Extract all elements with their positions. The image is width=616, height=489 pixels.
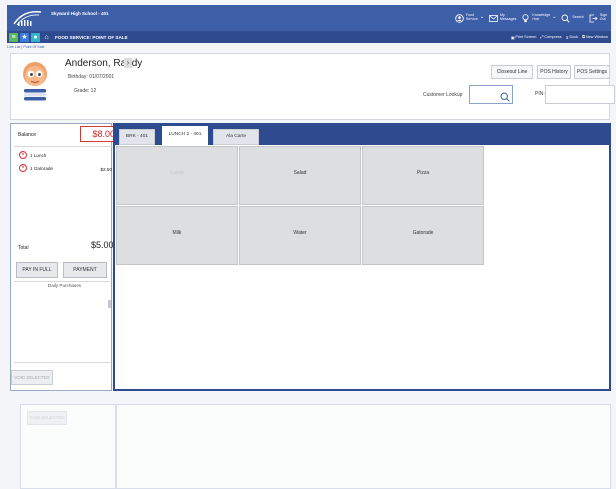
- void-selected-button[interactable]: VOID SELECTED: [27, 411, 67, 425]
- student-birthday: Birthday: 01/07/2001: [68, 74, 115, 80]
- module-title: FOOD SERVICE: POINT OF SALE: [55, 34, 128, 40]
- student-avatar: [20, 60, 50, 104]
- list-item[interactable]: × 1 Lunch: [19, 151, 46, 159]
- module-bar: ≡ ★ ● ⌂ FOOD SERVICE: POINT OF SALE ▣ Pri…: [7, 31, 611, 43]
- pos-page: Skyward High School - 401 Food Service ⌄ …: [0, 0, 616, 489]
- tile-label: Lunch: [170, 170, 184, 176]
- knowledge-label-2: Hub: [532, 17, 539, 21]
- school-name: Skyward High School - 401: [51, 10, 109, 16]
- list-item[interactable]: × 1 Gatorade: [19, 164, 53, 172]
- menu-icon[interactable]: ≡: [9, 32, 18, 42]
- compress-label: Compress: [544, 35, 562, 39]
- lower-main-panel: [116, 404, 611, 489]
- chevron-down-icon: ⌄: [552, 14, 557, 21]
- messages-label-2: Messages: [500, 17, 517, 21]
- dock-icon: ⊻: [565, 35, 569, 40]
- circle-icon[interactable]: ●: [31, 32, 40, 42]
- pos-history-button[interactable]: POS History: [537, 65, 571, 79]
- menu-tile-pizza[interactable]: Pizza: [362, 146, 484, 205]
- compress-button[interactable]: ⤢ Compress: [540, 35, 561, 40]
- new-window-icon: ⧉: [582, 35, 585, 39]
- search-icon: [561, 14, 571, 23]
- menu-tile-salad[interactable]: Salad: [239, 146, 361, 205]
- search-menu[interactable]: Search: [561, 14, 584, 23]
- closeout-line-button[interactable]: Closeout Line: [491, 65, 533, 79]
- item-label: 1 Lunch: [30, 152, 47, 158]
- compress-icon: ⤢: [540, 35, 544, 39]
- sign-out-icon: [589, 14, 598, 23]
- void-selected-button[interactable]: VOID SELECTED: [11, 370, 53, 385]
- food-service-icon: [455, 13, 464, 23]
- tab-brk[interactable]: BRK - 401: [119, 129, 155, 145]
- divider: [14, 362, 110, 363]
- tab-lunch[interactable]: LUNCH 2 - 401: [161, 125, 209, 145]
- lower-left-panel: VOID SELECTED: [20, 404, 116, 489]
- tile-label: Milk: [172, 230, 182, 236]
- knowledge-hub-menu[interactable]: Knowledge Hub ⌄: [521, 13, 557, 23]
- student-panel: Anderson, Randy › Birthday: 01/07/2001 G…: [10, 53, 615, 120]
- student-grade: Grade: 12: [74, 88, 97, 94]
- customer-lookup-label: Customer Lookup: [423, 92, 463, 98]
- print-screen-label: Print Screen: [515, 35, 537, 39]
- food-service-label-2: Service: [465, 17, 478, 21]
- messages-menu[interactable]: My Messages: [489, 14, 516, 23]
- scrollbar[interactable]: [108, 300, 111, 308]
- pin-label: PIN:: [535, 91, 545, 97]
- sign-out-menu[interactable]: Sign Out: [589, 14, 607, 23]
- sign-out-label-2: Out: [599, 17, 606, 21]
- top-header: Skyward High School - 401 Food Service ⌄ …: [7, 5, 611, 31]
- tile-label: Water: [293, 230, 307, 236]
- search-icon[interactable]: [500, 89, 510, 107]
- tile-label: Pizza: [416, 170, 430, 176]
- print-screen-button[interactable]: ▣ Print Screen: [511, 35, 537, 40]
- mail-icon: [489, 14, 498, 23]
- tile-label: Salad: [293, 170, 307, 176]
- star-icon[interactable]: ★: [20, 32, 29, 42]
- menu-tile-gatorade[interactable]: Gatorade: [362, 206, 484, 265]
- chevron-down-icon: ⌄: [479, 14, 485, 21]
- search-label: Search: [572, 15, 584, 20]
- tab-bar: BRK - 401 LUNCH 2 - 401 Ala Carte: [115, 125, 609, 145]
- tab-ala-carte[interactable]: Ala Carte: [213, 129, 259, 145]
- menu-tile-water[interactable]: Water: [239, 206, 361, 265]
- daily-purchases-label: Daily Purchases: [47, 283, 82, 288]
- pay-in-full-button[interactable]: PAY IN FULL: [16, 262, 58, 278]
- menu-area: BRK - 401 LUNCH 2 - 401 Ala Carte Lunch …: [113, 123, 611, 391]
- divider: [14, 281, 110, 282]
- payment-button[interactable]: PAYMENT: [63, 262, 107, 278]
- order-panel: Balance $8.00 × 1 Lunch × 1 Gatorade $2.…: [10, 123, 119, 391]
- lightbulb-icon: [521, 13, 530, 23]
- balance-label: Balance: [18, 132, 37, 138]
- header-menu: Food Service ⌄ My Messages Knowledge Hub ⌄: [455, 13, 607, 23]
- total-value: $5.00: [91, 240, 114, 250]
- home-icon[interactable]: ⌂: [42, 33, 51, 42]
- window-actions: ▣ Print Screen ⤢ Compress ⊻ Dock ⧉ New Windo…: [511, 35, 608, 40]
- pin-input[interactable]: [545, 85, 615, 104]
- printer-icon: ▣: [510, 35, 515, 40]
- remove-icon[interactable]: ×: [19, 164, 27, 172]
- remove-icon[interactable]: ×: [19, 151, 27, 159]
- tile-label: Gatorade: [412, 230, 434, 236]
- pos-settings-button[interactable]: POS Settings: [574, 65, 610, 79]
- new-window-button[interactable]: ⧉ New Window: [582, 35, 608, 40]
- new-window-label: New Window: [585, 35, 608, 39]
- chevron-right-icon[interactable]: ›: [124, 58, 132, 68]
- dock-button[interactable]: ⊻ Dock: [566, 35, 578, 40]
- item-price: $2.50: [100, 167, 113, 172]
- menu-tile-lunch[interactable]: Lunch: [116, 146, 238, 205]
- dock-label: Dock: [569, 35, 579, 39]
- total-label: Total: [18, 245, 29, 251]
- menu-tile-milk[interactable]: Milk: [116, 206, 238, 265]
- food-service-menu[interactable]: Food Service ⌄: [455, 13, 485, 23]
- item-label: 1 Gatorade: [30, 165, 53, 171]
- breadcrumb[interactable]: Line List | Point Of Sale: [7, 45, 45, 49]
- skyward-logo[interactable]: [13, 8, 47, 28]
